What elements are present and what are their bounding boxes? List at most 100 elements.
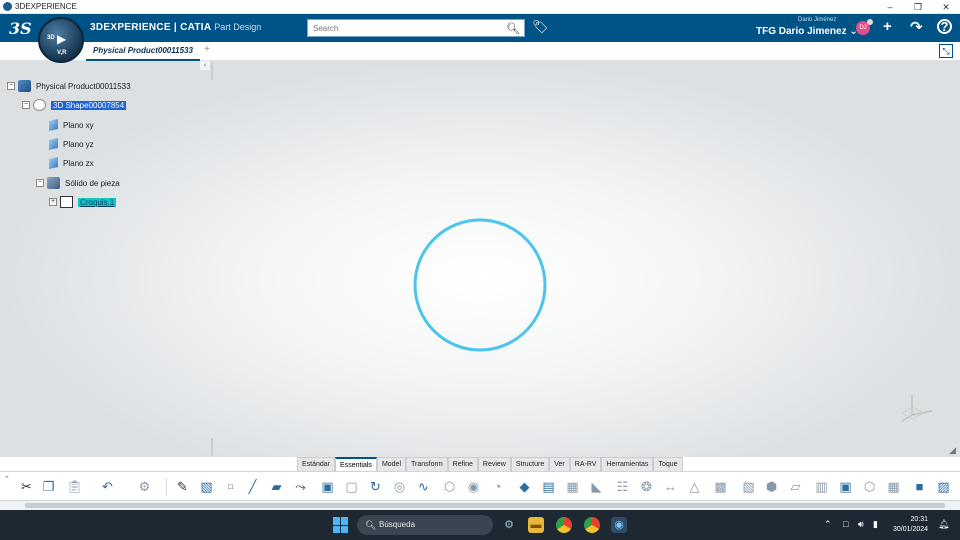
taskbar-search[interactable]: 🔍︎ Búsqueda <box>357 515 493 535</box>
thick-surface-icon[interactable]: ⬢ <box>763 479 780 494</box>
workbench-tab[interactable]: Transform <box>406 457 448 471</box>
file-explorer-icon[interactable]: ▬ <box>528 517 544 533</box>
workbench-tab[interactable]: Herramientas <box>601 457 654 471</box>
search-icon[interactable]: 🔍︎ <box>506 22 520 35</box>
workbench-tab[interactable]: Refine <box>447 457 478 471</box>
scrollbar-thumb[interactable] <box>25 503 945 508</box>
tree-node[interactable]: − Physical Product00011533 <box>7 78 131 94</box>
workbench-tab[interactable]: Model <box>376 457 407 471</box>
compass-icon[interactable]: 3D ▶ V,R <box>38 17 84 63</box>
tree-node[interactable]: Plano xy <box>36 117 94 133</box>
maximize-viewport-icon[interactable]: ⤡ <box>939 44 953 58</box>
intersect-icon[interactable]: ▨ <box>935 479 952 494</box>
tab-physical-product[interactable]: Physical Product00011533 <box>86 42 200 61</box>
tree-node[interactable]: Plano zx <box>36 155 94 171</box>
sketch-icon[interactable]: ✎ <box>174 479 191 494</box>
resize-corner-icon[interactable]: ◢ <box>949 445 956 456</box>
tree-node-label[interactable]: 3D Shape00007854 <box>51 100 127 110</box>
tree-node-label[interactable]: Plano xy <box>63 121 94 130</box>
sketch-circle-curve[interactable] <box>413 218 547 352</box>
chrome-profile-icon[interactable] <box>584 517 600 533</box>
search-input[interactable] <box>308 21 498 35</box>
taskbar-clock[interactable]: 20:31 30/01/2024 <box>893 515 928 535</box>
rib-icon[interactable]: ∿ <box>415 479 432 494</box>
close-surface-icon[interactable]: ▱ <box>787 479 804 494</box>
sketch-circle[interactable] <box>400 211 560 371</box>
windows-start-icon[interactable] <box>333 517 349 533</box>
user-menu[interactable]: TFG Dario Jimenez ⌄ <box>756 26 858 37</box>
pattern-icon[interactable]: ☷ <box>614 479 631 494</box>
chevron-up-icon[interactable]: ⌃ <box>4 475 10 483</box>
3dexperience-taskbar-icon[interactable]: ◉ <box>611 517 627 533</box>
tree-expander-icon[interactable]: + <box>49 198 57 206</box>
tray-chevron-icon[interactable]: ⌃ <box>824 519 832 530</box>
tree-node[interactable]: + Croquis.1 <box>49 194 117 210</box>
measure-icon[interactable]: ▥ <box>813 479 830 494</box>
multi-section-icon[interactable]: ⬡ <box>441 479 458 494</box>
axis-triad-icon[interactable] <box>898 391 940 427</box>
tree-node[interactable]: Plano yz <box>36 136 94 152</box>
positioned-sketch-icon[interactable]: ▧ <box>198 479 215 494</box>
tag-icon[interactable]: 🏷︎ <box>532 19 549 35</box>
tree-node-label[interactable]: Plano zx <box>63 159 94 168</box>
workbench-tab[interactable]: Review <box>477 457 511 471</box>
close-button[interactable]: ✕ <box>932 0 960 14</box>
cut-icon[interactable]: ✂ <box>18 479 35 494</box>
shell-icon[interactable]: ▤ <box>540 479 557 494</box>
workbench-tab[interactable]: Estándar <box>297 457 336 471</box>
restore-button[interactable]: ❐ <box>904 0 932 14</box>
tree-node[interactable]: − 3D Shape00007854 <box>22 97 127 113</box>
workbench-tab[interactable]: Ver <box>549 457 570 471</box>
add-tab-button[interactable]: + <box>204 44 210 55</box>
notification-bell-icon[interactable]: 🔔︎ <box>938 519 949 530</box>
battery-icon[interactable]: ▮ <box>873 519 878 530</box>
tree-expander-icon[interactable]: − <box>22 101 30 109</box>
fillet-icon[interactable]: ◔ <box>489 479 506 494</box>
3d-viewport[interactable]: ‹ − Physical Product00011533 − 3D Shape0000… <box>0 61 960 457</box>
line-icon[interactable]: ╱ <box>244 479 261 494</box>
help-icon[interactable]: ? <box>937 19 952 34</box>
groove-icon[interactable]: ◎ <box>391 479 408 494</box>
ds-logo-icon[interactable]: 3S <box>9 19 32 38</box>
network-icon[interactable]: □ <box>843 519 848 529</box>
update-icon[interactable]: ⚙ <box>136 479 153 494</box>
compass-play-icon[interactable]: ▶ <box>57 32 66 46</box>
tree-splitter-bottom[interactable] <box>211 438 213 456</box>
tree-splitter[interactable] <box>211 62 213 80</box>
copy-icon[interactable]: ❐ <box>40 479 57 494</box>
boolean-icon[interactable]: ▩ <box>712 479 729 494</box>
tree-expander-icon[interactable]: − <box>7 82 15 90</box>
shaft-icon[interactable]: ↻ <box>367 479 384 494</box>
share-icon[interactable]: ↷ <box>910 18 923 36</box>
collapse-tree-icon[interactable]: ‹ <box>200 61 210 70</box>
toolbar-scrollbar[interactable] <box>0 501 960 510</box>
paste-icon[interactable]: 📋︎ <box>66 479 83 494</box>
undo-icon[interactable]: ↶ <box>99 479 116 494</box>
insert-body-icon[interactable]: ■ <box>911 479 928 494</box>
chamfer-icon[interactable]: ◣ <box>588 479 605 494</box>
plus-icon[interactable]: + <box>883 18 892 35</box>
settings-app-icon[interactable]: ⚙ <box>501 517 517 533</box>
workbench-tab[interactable]: Essentials <box>335 457 377 471</box>
axis-system-icon[interactable]: ⤳ <box>292 479 309 494</box>
search-box[interactable]: 🔍︎ <box>307 19 525 37</box>
hole-icon[interactable]: ◉ <box>465 479 482 494</box>
workbench-tab[interactable]: RA-RV <box>569 457 602 471</box>
avatar[interactable]: DJ <box>856 19 873 35</box>
tree-node-label[interactable]: Croquis.1 <box>78 197 117 207</box>
tree-node[interactable]: − Sólido de pieza <box>36 175 120 191</box>
split-icon[interactable]: ▧ <box>740 479 757 494</box>
draft-icon[interactable]: ◆ <box>516 479 533 494</box>
point-icon[interactable]: □ <box>222 479 239 494</box>
chrome-icon[interactable] <box>556 517 572 533</box>
mirror-icon[interactable]: ↔ <box>662 479 679 494</box>
minimize-button[interactable]: – <box>876 0 904 14</box>
circular-pattern-icon[interactable]: ❂ <box>638 479 655 494</box>
tree-node-label[interactable]: Plano yz <box>63 140 94 149</box>
add-body-icon[interactable]: ⬡ <box>861 479 878 494</box>
workbench-tab[interactable]: Structure <box>510 457 550 471</box>
assemble-icon[interactable]: ▣ <box>837 479 854 494</box>
pocket-icon[interactable]: ▢ <box>343 479 360 494</box>
plane-icon[interactable]: ▰ <box>268 479 285 494</box>
thickness-icon[interactable]: ▦ <box>564 479 581 494</box>
